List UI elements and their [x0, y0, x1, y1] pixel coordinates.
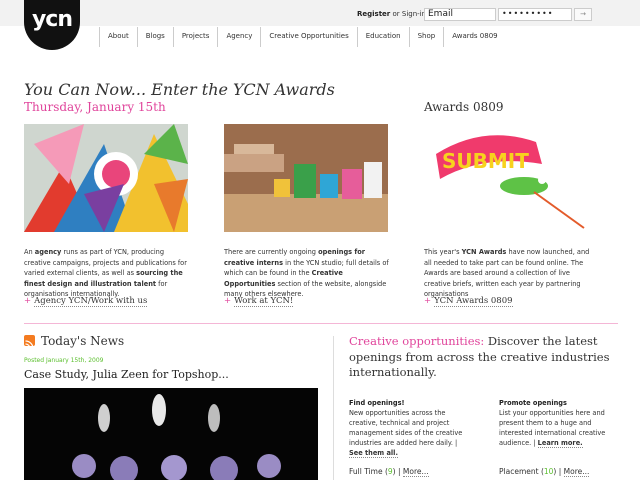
awards-description: This year's YCN Awards have now launched…: [424, 248, 590, 298]
placement-more-link[interactable]: More...: [563, 467, 590, 477]
nav-about[interactable]: About: [99, 27, 137, 47]
work-link[interactable]: + Work at YCN!: [224, 296, 294, 307]
learn-more-link[interactable]: Learn more.: [537, 439, 583, 448]
news-image[interactable]: [24, 388, 318, 480]
see-all-link[interactable]: See them all.: [349, 449, 398, 458]
studio-image[interactable]: [224, 124, 388, 232]
creative-highlight[interactable]: Creative opportunities:: [349, 334, 484, 348]
rss-icon[interactable]: [24, 335, 35, 349]
page-headline: You Can Now... Enter the YCN Awards: [24, 80, 335, 99]
register-link[interactable]: Register: [357, 10, 390, 18]
agency-link[interactable]: + Agency YCN/Work with us: [24, 296, 148, 307]
column-divider: [333, 336, 334, 480]
paper-craft-illustration: [24, 124, 188, 232]
date-heading: Thursday, January 15th: [24, 100, 166, 114]
password-field[interactable]: •••••••••: [498, 8, 572, 21]
nav-education[interactable]: Education: [356, 27, 409, 47]
promote-openings-heading: Promote openings: [499, 399, 567, 407]
submit-illustration: SUBMIT: [424, 124, 588, 232]
awards-link[interactable]: + YCN Awards 0809: [424, 296, 513, 307]
news-title: Today's News: [41, 334, 125, 348]
runway-illustration: [24, 388, 318, 480]
nav-blogs[interactable]: Blogs: [136, 27, 173, 47]
nav-agency[interactable]: Agency: [217, 27, 260, 47]
ycn-logo[interactable]: ycn: [24, 0, 80, 50]
posted-date: Posted January 15th, 2009: [24, 357, 104, 364]
full-time-more-link[interactable]: More...: [402, 467, 429, 477]
svg-text:SUBMIT: SUBMIT: [442, 149, 529, 173]
nav-shop[interactable]: Shop: [408, 27, 444, 47]
nav-awards[interactable]: Awards 0809: [443, 27, 505, 47]
logo-text: ycn: [31, 7, 73, 32]
plus-icon: +: [224, 296, 232, 306]
agency-image[interactable]: [24, 124, 188, 232]
submit-image[interactable]: SUBMIT: [424, 124, 588, 232]
plus-icon: +: [424, 296, 432, 306]
nav-creative-opportunities[interactable]: Creative Opportunities: [260, 27, 356, 47]
placement-stat: Placement (10) | More...: [499, 467, 590, 477]
section-divider: [24, 323, 618, 324]
agency-description: An agency runs as part of YCN, producing…: [24, 248, 187, 298]
find-openings-text: New opportunities across the creative, t…: [349, 409, 463, 458]
promote-openings-text: List your opportunities here and present…: [499, 409, 606, 448]
auth-label: Register or Sign-in:: [357, 10, 428, 18]
work-description: There are currently ongoing openings for…: [224, 248, 389, 298]
signin-button[interactable]: →: [574, 8, 592, 21]
news-headline[interactable]: Case Study, Julia Zeen for Topshop...: [24, 368, 229, 381]
main-nav: About Blogs Projects Agency Creative Opp…: [99, 27, 506, 47]
nav-projects[interactable]: Projects: [172, 27, 218, 47]
creative-intro: Creative opportunities: Discover the lat…: [349, 334, 610, 379]
studio-illustration: [224, 124, 388, 232]
plus-icon: +: [24, 296, 32, 306]
full-time-stat: Full Time (9) | More...: [349, 467, 429, 477]
find-openings-heading: Find openings!: [349, 399, 405, 407]
awards-heading: Awards 0809: [424, 100, 504, 114]
email-field[interactable]: Email: [424, 8, 496, 21]
